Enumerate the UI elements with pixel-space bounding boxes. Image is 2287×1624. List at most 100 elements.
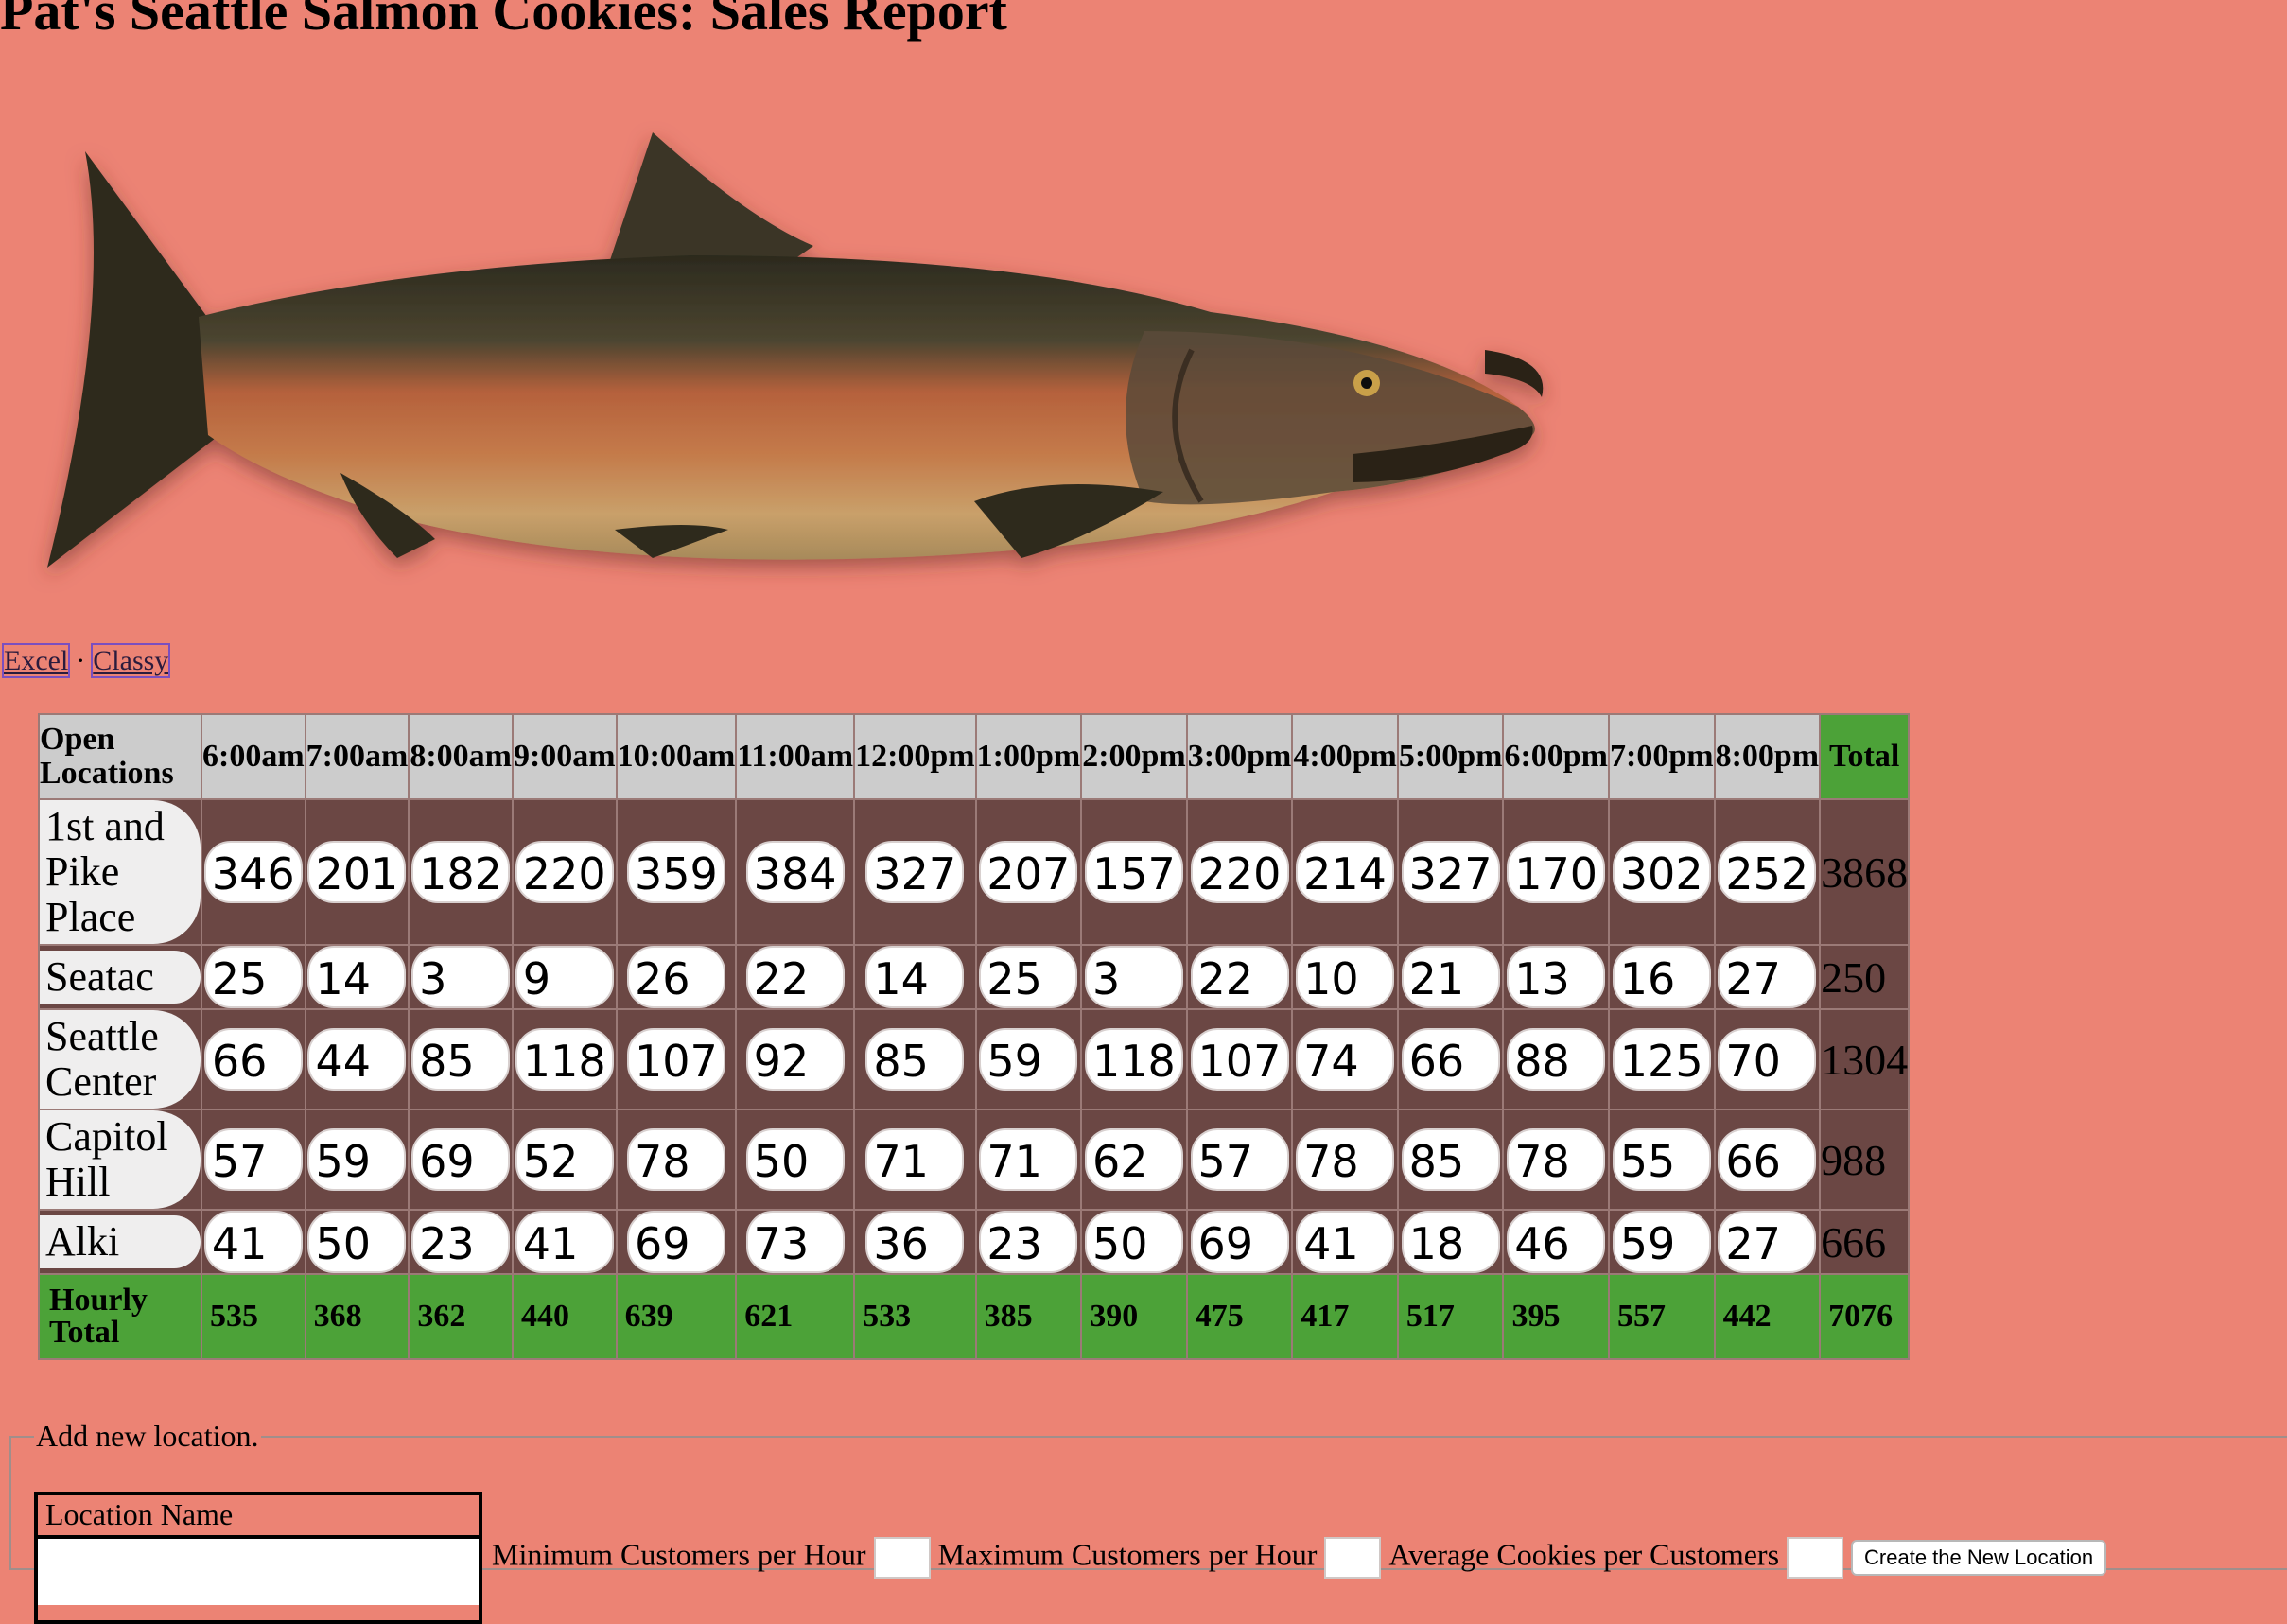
avg-cookies-input[interactable] bbox=[1787, 1537, 1844, 1579]
row-total: 1304 bbox=[1819, 1008, 1911, 1110]
numeric-fields: Minimum Customers per Hour Maximum Custom… bbox=[492, 1537, 2107, 1579]
sales-value: 18 bbox=[1401, 1211, 1500, 1273]
location-cell: Alki bbox=[38, 1209, 202, 1275]
hour-cell: 73 bbox=[735, 1209, 856, 1275]
sales-value: 59 bbox=[307, 1128, 407, 1191]
classy-link[interactable]: Classy bbox=[91, 643, 171, 678]
create-location-button[interactable]: Create the New Location bbox=[1851, 1540, 2107, 1576]
hour-cell: 14 bbox=[304, 944, 410, 1010]
hour-cell: 66 bbox=[1396, 1008, 1505, 1110]
hour-header: 11:00am bbox=[735, 713, 856, 800]
hour-header: 6:00pm bbox=[1502, 713, 1610, 800]
sales-value: 88 bbox=[1507, 1028, 1606, 1091]
sales-value: 59 bbox=[1612, 1211, 1711, 1273]
sales-value: 359 bbox=[626, 841, 725, 903]
sales-table: Open Locations 6:00am 7:00am 8:00am 9:00am 1… bbox=[38, 713, 1911, 1360]
hour-cell: 220 bbox=[511, 798, 618, 946]
sales-value: 302 bbox=[1612, 841, 1711, 903]
sales-value: 22 bbox=[1190, 946, 1289, 1008]
sales-value: 107 bbox=[1190, 1028, 1289, 1091]
corner-label: Open Locations bbox=[38, 713, 202, 800]
sales-value: 50 bbox=[1084, 1211, 1183, 1273]
nav-links: Excel · Classy bbox=[1, 643, 171, 678]
row-total: 3868 bbox=[1819, 798, 1911, 946]
hour-cell: 36 bbox=[853, 1209, 977, 1275]
hour-header: 6:00am bbox=[201, 713, 306, 800]
hour-cell: 66 bbox=[201, 1008, 306, 1110]
min-customers-input[interactable] bbox=[873, 1537, 931, 1579]
sales-value: 220 bbox=[515, 841, 614, 903]
hour-header: 10:00am bbox=[615, 713, 738, 800]
sales-value: 71 bbox=[979, 1128, 1078, 1191]
location-cell: 1st and Pike Place bbox=[38, 798, 202, 946]
sales-value: 27 bbox=[1718, 1211, 1817, 1273]
hour-header: 4:00pm bbox=[1291, 713, 1399, 800]
hour-cell: 21 bbox=[1396, 944, 1505, 1010]
sales-value: 214 bbox=[1296, 841, 1395, 903]
sales-value: 55 bbox=[1612, 1128, 1711, 1191]
hour-cell: 118 bbox=[1080, 1008, 1188, 1110]
hour-cell: 327 bbox=[853, 798, 977, 946]
hour-cell: 384 bbox=[735, 798, 856, 946]
location-name-input[interactable] bbox=[38, 1539, 479, 1605]
hour-cell: 107 bbox=[615, 1008, 738, 1110]
hour-header: 3:00pm bbox=[1185, 713, 1294, 800]
hour-cell: 44 bbox=[304, 1008, 410, 1110]
sales-value: 85 bbox=[865, 1028, 965, 1091]
hour-cell: 71 bbox=[974, 1109, 1083, 1211]
hour-cell: 23 bbox=[974, 1209, 1083, 1275]
hour-cell: 16 bbox=[1608, 944, 1716, 1010]
hourly-total: 475 bbox=[1185, 1273, 1294, 1360]
sales-value: 23 bbox=[979, 1211, 1078, 1273]
sales-value: 36 bbox=[865, 1211, 965, 1273]
excel-link[interactable]: Excel bbox=[1, 643, 71, 678]
hour-cell: 359 bbox=[615, 798, 738, 946]
sales-value: 69 bbox=[411, 1128, 511, 1191]
hour-cell: 18 bbox=[1396, 1209, 1505, 1275]
sales-value: 85 bbox=[411, 1028, 511, 1091]
hour-cell: 69 bbox=[615, 1209, 738, 1275]
hour-cell: 59 bbox=[1608, 1209, 1716, 1275]
hour-header: 7:00pm bbox=[1608, 713, 1716, 800]
sales-value: 50 bbox=[307, 1211, 407, 1273]
hourly-total: 385 bbox=[974, 1273, 1083, 1360]
hour-cell: 327 bbox=[1396, 798, 1505, 946]
hour-cell: 85 bbox=[853, 1008, 977, 1110]
hour-cell: 85 bbox=[1396, 1109, 1505, 1211]
hour-cell: 71 bbox=[853, 1109, 977, 1211]
location-name: Seattle Center bbox=[40, 1010, 201, 1109]
hour-cell: 23 bbox=[408, 1209, 514, 1275]
hour-cell: 85 bbox=[408, 1008, 514, 1110]
add-location-form: Add new location. Location Name Minimum … bbox=[9, 1419, 2287, 1624]
sales-value: 70 bbox=[1718, 1028, 1817, 1091]
max-customers-input[interactable] bbox=[1324, 1537, 1382, 1579]
hour-cell: 118 bbox=[511, 1008, 618, 1110]
hour-cell: 14 bbox=[853, 944, 977, 1010]
hourly-total-row: Hourly Total 535 368 362 440 639 621 533 385 390… bbox=[38, 1273, 1911, 1360]
hourly-total: 442 bbox=[1713, 1273, 1822, 1360]
nav-separator: · bbox=[76, 645, 86, 676]
hour-cell: 69 bbox=[408, 1109, 514, 1211]
hour-cell: 59 bbox=[304, 1109, 410, 1211]
table-row: Seattle Center 66 44 85 118 107 92 85 59 118 107 74… bbox=[38, 1008, 1911, 1110]
table-header-row: Open Locations 6:00am 7:00am 8:00am 9:00am 1… bbox=[38, 713, 1911, 800]
hour-cell: 157 bbox=[1080, 798, 1188, 946]
sales-value: 220 bbox=[1190, 841, 1289, 903]
hourly-total: 440 bbox=[511, 1273, 618, 1360]
sales-value: 52 bbox=[515, 1128, 614, 1191]
hourly-total: 417 bbox=[1291, 1273, 1399, 1360]
sales-value: 41 bbox=[203, 1211, 303, 1273]
hour-cell: 346 bbox=[201, 798, 306, 946]
sales-value: 66 bbox=[1718, 1128, 1817, 1191]
hour-cell: 3 bbox=[1080, 944, 1188, 1010]
hour-cell: 50 bbox=[735, 1109, 856, 1211]
sales-value: 125 bbox=[1612, 1028, 1711, 1091]
sales-value: 10 bbox=[1296, 946, 1395, 1008]
sales-value: 44 bbox=[307, 1028, 407, 1091]
sales-value: 74 bbox=[1296, 1028, 1395, 1091]
hourly-total: 395 bbox=[1502, 1273, 1610, 1360]
hour-cell: 57 bbox=[1185, 1109, 1294, 1211]
sales-value: 23 bbox=[411, 1211, 511, 1273]
hour-cell: 78 bbox=[1291, 1109, 1399, 1211]
hour-header: 5:00pm bbox=[1396, 713, 1505, 800]
